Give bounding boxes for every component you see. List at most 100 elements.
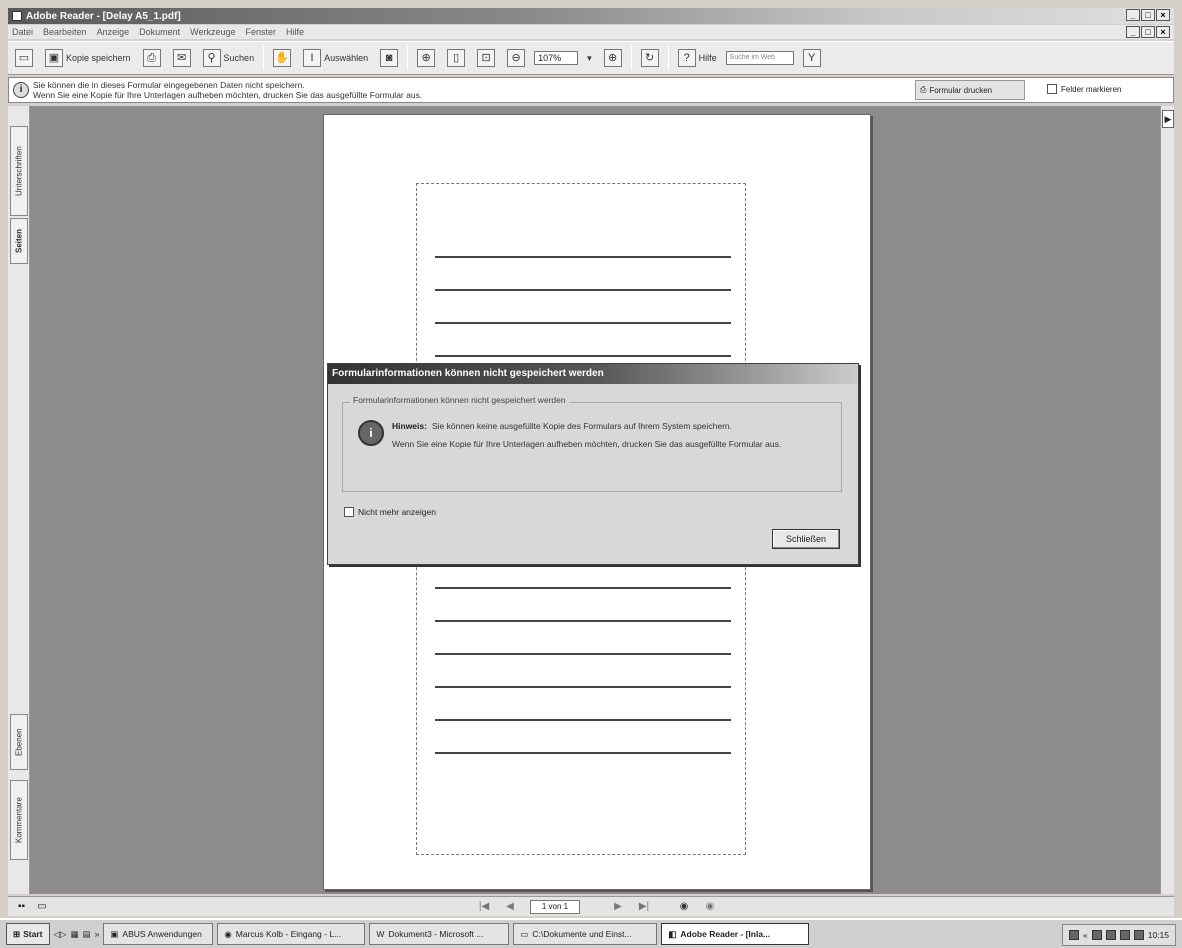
taskbar-item-label: Dokument3 - Microsoft ... xyxy=(388,929,484,939)
form-line[interactable] xyxy=(435,752,731,754)
toolbar-separator xyxy=(263,46,265,70)
menu-bar: Datei Bearbeiten Anzeige Dokument Werkze… xyxy=(8,25,1174,39)
page-size-icon[interactable]: ▭ xyxy=(37,901,46,912)
search-web-button[interactable]: Y xyxy=(800,46,824,70)
taskbar-item[interactable]: ▣ ABUS Anwendungen xyxy=(103,923,214,945)
tab-pages[interactable]: Seiten xyxy=(10,218,28,264)
start-button[interactable]: ⊞ Start xyxy=(6,923,50,945)
zoom-out-button[interactable]: ⊖ xyxy=(504,46,528,70)
system-tray: « 10:15 xyxy=(1061,924,1176,946)
clock[interactable]: 10:15 xyxy=(1148,930,1169,940)
vertical-scrollbar[interactable]: ▶ xyxy=(1160,106,1174,894)
doc-minimize-button[interactable]: _ xyxy=(1126,26,1140,38)
search-label: Suchen xyxy=(223,53,255,63)
zoom-in-button[interactable]: ⊕ xyxy=(601,46,625,70)
doc-maximize-button[interactable]: □ xyxy=(1141,26,1155,38)
tray-icon[interactable] xyxy=(1068,930,1079,940)
previous-page-button[interactable]: ◀ xyxy=(502,900,518,914)
checkbox[interactable] xyxy=(344,507,354,517)
print-form-button[interactable]: ⎙ Formular drucken xyxy=(915,80,1025,100)
next-page-button[interactable]: ▶ xyxy=(610,900,626,914)
last-page-button[interactable]: ▶| xyxy=(636,900,652,914)
form-line[interactable] xyxy=(435,719,731,721)
menu-datei[interactable]: Datei xyxy=(12,27,33,37)
next-view-button[interactable]: ◉ xyxy=(702,900,718,914)
snapshot-button[interactable]: ◙ xyxy=(377,46,401,70)
search-web-input[interactable]: Suche im Web xyxy=(725,51,794,65)
taskbar-item-active[interactable]: ◧ Adobe Reader - [Inla... xyxy=(661,923,810,945)
zoom-input[interactable]: 107% xyxy=(534,51,579,65)
maximize-button[interactable]: □ xyxy=(1141,9,1155,21)
title-bar: Adobe Reader - [Delay A5_1.pdf] _ □ × xyxy=(8,8,1174,24)
adobe-reader-icon xyxy=(12,11,22,21)
taskbar-item[interactable]: ▭ C:\Dokumente und Einst... xyxy=(513,923,658,945)
form-line[interactable] xyxy=(435,322,731,324)
form-line[interactable] xyxy=(435,620,731,622)
form-line[interactable] xyxy=(435,587,731,589)
page-number-input[interactable]: 1 von 1 xyxy=(530,900,580,914)
form-line[interactable] xyxy=(435,686,731,688)
taskbar-item[interactable]: ◉ Marcus Kolb - Eingang - L... xyxy=(217,923,366,945)
zoom-dropdown[interactable]: ▾ xyxy=(584,46,595,70)
chevron-right-icon[interactable]: ▶ xyxy=(1162,110,1174,128)
hand-tool-button[interactable]: ✋ xyxy=(270,46,294,70)
first-page-button[interactable]: |◀ xyxy=(476,900,492,914)
folder-icon: ▭ xyxy=(520,928,529,939)
tray-icon[interactable] xyxy=(1105,930,1116,940)
email-button[interactable]: ✉ xyxy=(170,46,194,70)
doc-close-button[interactable]: × xyxy=(1156,26,1170,38)
menu-anzeige[interactable]: Anzeige xyxy=(97,27,130,37)
quick-launch-chevron[interactable]: » xyxy=(95,929,100,939)
form-line[interactable] xyxy=(435,355,731,357)
previous-view-button[interactable]: ◉ xyxy=(676,900,692,914)
taskbar-item[interactable]: W Dokument3 - Microsoft ... xyxy=(369,923,510,945)
note-label: Hinweis: xyxy=(392,421,427,431)
toolbar-separator xyxy=(667,46,669,70)
open-button[interactable]: ▭ xyxy=(12,46,36,70)
tray-chevron[interactable]: « xyxy=(1083,930,1088,940)
minimize-button[interactable]: _ xyxy=(1126,9,1140,21)
help-button[interactable]: ? Hilfe xyxy=(675,46,720,70)
tab-layers[interactable]: Ebenen xyxy=(10,714,28,770)
toolbar-separator xyxy=(630,46,632,70)
menu-fenster[interactable]: Fenster xyxy=(245,27,276,37)
page-layout-icon[interactable]: ▪▪ xyxy=(18,901,25,912)
quick-launch-icon[interactable]: ▤ xyxy=(83,929,91,940)
zoom-tool-button[interactable]: ⊕ xyxy=(414,46,438,70)
actual-size-button[interactable]: ▯ xyxy=(444,46,468,70)
form-line[interactable] xyxy=(435,256,731,258)
chevron-down-icon: ▾ xyxy=(587,52,592,63)
printer-icon: ⎙ xyxy=(142,49,161,67)
document-message-bar: i Sie können die in dieses Formular eing… xyxy=(8,77,1174,103)
zoom-in-icon: ⊕ xyxy=(603,49,622,67)
print-button[interactable]: ⎙ xyxy=(140,46,164,70)
tab-comments[interactable]: Kommentare xyxy=(10,780,28,860)
save-copy-button[interactable]: ▣ Kopie speichern xyxy=(42,46,134,70)
highlight-fields-checkbox[interactable]: Felder markieren xyxy=(1047,84,1121,94)
select-tool-button[interactable]: I Auswählen xyxy=(300,46,371,70)
close-dialog-button[interactable]: Schließen xyxy=(772,529,840,549)
close-window-button[interactable]: × xyxy=(1156,9,1170,21)
quick-launch-icon[interactable]: ◁▷ xyxy=(54,929,67,940)
checkbox[interactable] xyxy=(1047,84,1057,94)
form-line[interactable] xyxy=(435,289,731,291)
dont-show-again-checkbox[interactable]: Nicht mehr anzeigen xyxy=(344,507,436,517)
tray-icon[interactable] xyxy=(1091,930,1102,940)
search-button[interactable]: ⚲ Suchen xyxy=(200,46,258,70)
tray-icon[interactable] xyxy=(1133,930,1144,940)
menu-werkzeuge[interactable]: Werkzeuge xyxy=(190,27,235,37)
quick-launch-icon[interactable]: ▦ xyxy=(71,929,79,940)
tab-signatures[interactable]: Unterschriften xyxy=(10,126,28,216)
menu-bearbeiten[interactable]: Bearbeiten xyxy=(43,27,87,37)
menu-hilfe[interactable]: Hilfe xyxy=(286,27,304,37)
menu-dokument[interactable]: Dokument xyxy=(139,27,180,37)
form-line[interactable] xyxy=(435,653,731,655)
zoom-out-icon: ⊖ xyxy=(507,49,526,67)
taskbar-item-label: Adobe Reader - [Inla... xyxy=(680,929,771,939)
fit-page-button[interactable]: ⊡ xyxy=(474,46,498,70)
camera-icon: ◙ xyxy=(380,49,399,67)
rotate-button[interactable]: ↻ xyxy=(638,46,662,70)
note-text-secondary: Wenn Sie eine Kopie für Ihre Unterlagen … xyxy=(392,439,782,449)
tray-icon[interactable] xyxy=(1119,930,1130,940)
toolbar: ▭ ▣ Kopie speichern ⎙ ✉ ⚲ Suchen ✋ I Aus… xyxy=(8,41,1174,75)
